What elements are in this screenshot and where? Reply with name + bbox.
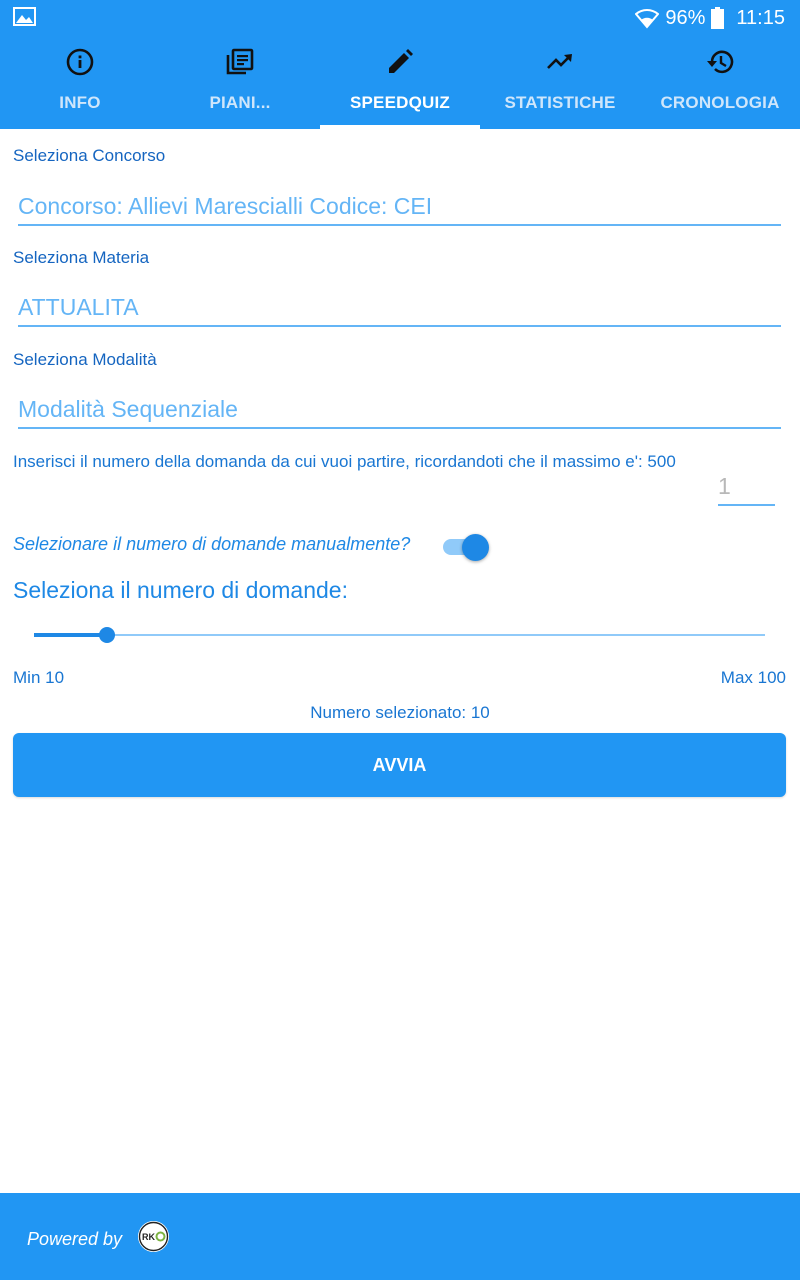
tab-bar: INFO PIANI... SPEEDQUIZ STATISTICHE CRON… — [0, 36, 800, 129]
tab-statistiche[interactable]: STATISTICHE — [480, 36, 640, 129]
materia-select[interactable]: ATTUALITA — [18, 277, 781, 327]
powered-by-text: Powered by — [27, 1229, 123, 1249]
concorso-value: Concorso: Allievi Marescialli Codice: CE… — [18, 193, 433, 219]
library-books-icon — [226, 48, 254, 75]
modalita-label: Seleziona Modalità — [13, 350, 157, 369]
rk-logo-icon: RK — [138, 1221, 169, 1252]
manual-toggle[interactable] — [443, 532, 491, 562]
slider-thumb[interactable] — [99, 627, 115, 643]
count-slider[interactable] — [34, 622, 765, 650]
slider-fill — [34, 633, 107, 637]
pencil-icon — [389, 49, 413, 73]
tab-label: INFO — [59, 93, 101, 112]
min-label: Min 10 — [13, 668, 65, 687]
start-question-input[interactable]: 1 — [718, 470, 775, 506]
max-label: Max 100 — [720, 668, 786, 687]
active-tab-indicator — [320, 125, 480, 129]
materia-value: ATTUALITA — [18, 294, 139, 320]
tab-speedquiz[interactable]: SPEEDQUIZ — [320, 36, 480, 129]
battery-icon — [711, 7, 725, 29]
tab-label: STATISTICHE — [504, 93, 616, 112]
info-icon — [66, 48, 94, 76]
concorso-select[interactable]: Concorso: Allievi Marescialli Codice: CE… — [18, 176, 781, 226]
rk-logo: RK — [138, 1221, 169, 1252]
clock: 11:15 — [736, 6, 785, 29]
gallery-icon — [13, 7, 36, 26]
tab-piani[interactable]: PIANI... — [160, 36, 320, 129]
manual-question: Selezionare il numero di domande manualm… — [13, 534, 411, 554]
materia-label: Seleziona Materia — [13, 248, 150, 267]
modalita-select[interactable]: Modalità Sequenziale — [18, 379, 781, 429]
tab-label: CRONOLOGIA — [660, 93, 780, 112]
start-question-text: Inserisci il numero della domanda da cui… — [13, 452, 676, 471]
history-icon — [707, 50, 734, 74]
status-right: 96% 11:15 — [635, 6, 785, 30]
battery-percent: 96% — [665, 6, 706, 29]
start-question-placeholder: 1 — [718, 473, 731, 499]
tab-label: PIANI... — [209, 93, 271, 112]
tab-label: SPEEDQUIZ — [349, 93, 451, 112]
count-heading: Seleziona il numero di domande: — [13, 577, 348, 603]
wifi-icon — [635, 9, 660, 29]
slider-rail — [34, 634, 765, 636]
toggle-thumb — [462, 534, 489, 561]
status-bar: 96% 11:15 — [0, 0, 800, 36]
trending-up-icon — [547, 54, 572, 69]
logo-text: RK — [142, 1232, 155, 1242]
tab-info[interactable]: INFO — [0, 36, 160, 129]
tab-cronologia[interactable]: CRONOLOGIA — [640, 36, 800, 129]
concorso-label: Seleziona Concorso — [13, 146, 166, 165]
selected-count: Numero selezionato: 10 — [310, 703, 490, 722]
start-button[interactable]: AVVIA — [13, 733, 786, 797]
modalita-value: Modalità Sequenziale — [18, 396, 238, 422]
footer: Powered by RK — [0, 1193, 800, 1280]
